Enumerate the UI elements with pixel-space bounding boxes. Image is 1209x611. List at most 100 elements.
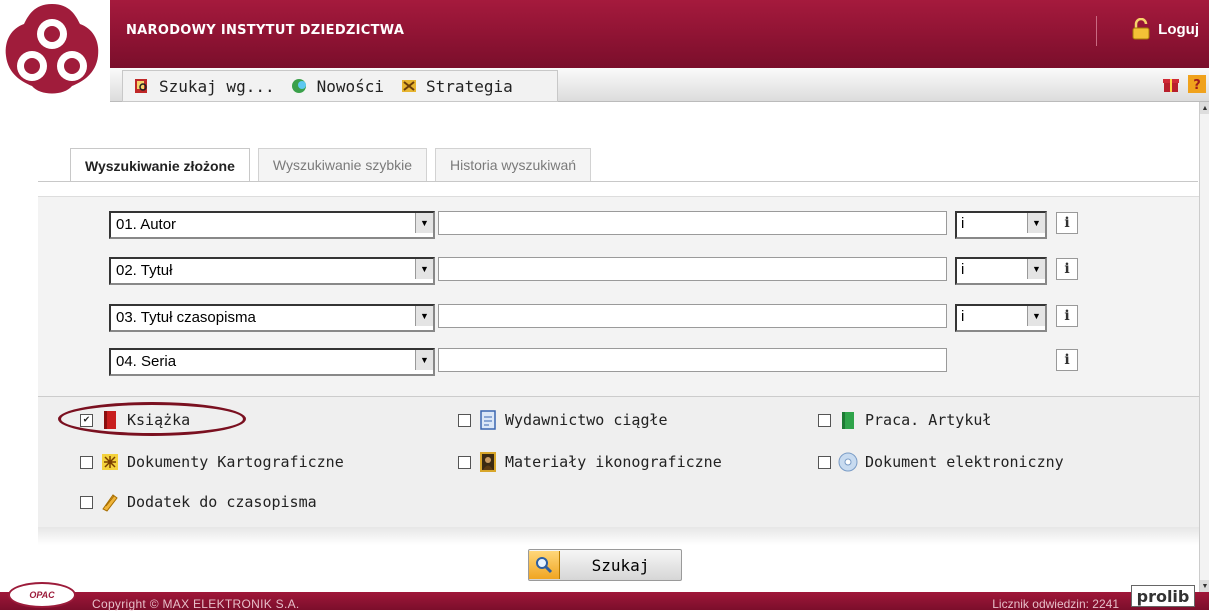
field-select-value: 01. Autor (116, 216, 177, 233)
type-label: Książka (127, 411, 191, 429)
panel-fade (38, 527, 1200, 545)
search-button-label: Szukaj (591, 555, 650, 575)
operator-select[interactable]: i ▼ (955, 211, 1047, 239)
search-form: 01. Autor ▼ i ▼ i 02. Tytuł ▼ i ▼ i 03. … (38, 196, 1200, 397)
header-bar: NARODOWY INSTYTUT DZIEDZICTWA Loguj (110, 0, 1209, 68)
field-select[interactable]: 02. Tytuł ▼ (109, 257, 435, 285)
operator-select[interactable]: i ▼ (955, 257, 1047, 285)
header-divider (1096, 16, 1097, 46)
checkbox[interactable] (818, 413, 831, 427)
prolib-logo[interactable]: prolib (1131, 585, 1195, 607)
painting-icon (480, 452, 496, 472)
chevron-down-icon[interactable]: ▼ (415, 213, 433, 233)
vertical-scrollbar[interactable]: ▲ ▼ (1199, 102, 1209, 592)
type-label: Wydawnictwo ciągłe (505, 411, 668, 429)
operator-value: i (961, 261, 965, 278)
institute-logo-icon (5, 4, 99, 94)
menu-bar: Szukaj wg... Nowości Strategia ? (110, 68, 1209, 102)
search-button[interactable]: Szukaj (528, 549, 682, 581)
scroll-up-icon[interactable]: ▲ (1200, 102, 1209, 114)
tab-divider (38, 181, 1198, 182)
menu-item-news[interactable]: Nowości (281, 77, 390, 96)
news-icon (291, 79, 306, 93)
menu-item-search-by[interactable]: Szukaj wg... (123, 77, 281, 96)
type-cartographic[interactable]: Dokumenty Kartograficzne (80, 451, 344, 473)
chevron-down-icon[interactable]: ▼ (415, 306, 433, 326)
menu-item-strategy[interactable]: Strategia (390, 77, 519, 96)
chevron-down-icon[interactable]: ▼ (415, 350, 433, 370)
info-button[interactable]: i (1056, 349, 1078, 371)
field-select[interactable]: 04. Seria ▼ (109, 348, 435, 376)
checkbox[interactable] (818, 455, 831, 469)
toolbar-right: ? (1161, 74, 1207, 94)
periodical-icon (480, 410, 496, 430)
search-row: 01. Autor ▼ i ▼ i (38, 211, 1200, 239)
article-icon (842, 412, 854, 429)
field-select-value: 02. Tytuł (116, 262, 173, 279)
search-input[interactable] (438, 348, 947, 372)
type-label: Dokumenty Kartograficzne (127, 453, 344, 471)
chevron-down-icon[interactable]: ▼ (1027, 213, 1045, 233)
scroll-down-icon[interactable]: ▼ (1200, 580, 1209, 592)
footer: Copyright © MAX ELEKTRONIK S.A. Licznik … (0, 592, 1209, 611)
logo[interactable] (0, 0, 110, 100)
operator-value: i (961, 215, 965, 232)
search-input[interactable] (438, 304, 947, 328)
type-label: Dodatek do czasopisma (127, 493, 317, 511)
search-input[interactable] (438, 211, 947, 235)
type-iconographic[interactable]: Materiały ikonograficzne (458, 451, 722, 473)
checkbox[interactable]: ✔ (80, 413, 93, 427)
book-icon (104, 411, 116, 429)
search-input[interactable] (438, 257, 947, 281)
opac-logo[interactable]: OPAC (8, 582, 76, 608)
chevron-down-icon[interactable]: ▼ (415, 259, 433, 279)
help-icon[interactable]: ? (1187, 74, 1207, 94)
field-select[interactable]: 01. Autor ▼ (109, 211, 435, 239)
gift-icon[interactable] (1161, 74, 1181, 94)
info-button[interactable]: i (1056, 305, 1078, 327)
tab-advanced-search[interactable]: Wyszukiwanie złożone (70, 148, 250, 182)
type-electronic[interactable]: Dokument elektroniczny (818, 451, 1064, 473)
magnifier-icon (529, 551, 560, 579)
strategy-icon (402, 80, 417, 92)
search-tabs: Wyszukiwanie złożone Wyszukiwanie szybki… (70, 148, 592, 182)
checkbox[interactable] (80, 495, 93, 509)
cd-icon (838, 452, 858, 472)
login-label: Loguj (1158, 20, 1199, 38)
menu-label-news: Nowości (316, 76, 385, 96)
attachment-icon (102, 494, 118, 512)
type-book[interactable]: ✔ Książka (80, 409, 190, 431)
document-type-filters: ✔ Książka Wydawnictwo ciągłe Praca. Arty… (38, 396, 1200, 527)
chevron-down-icon[interactable]: ▼ (1027, 306, 1045, 326)
login-button[interactable]: Loguj (1132, 18, 1199, 40)
field-select-value: 04. Seria (116, 353, 177, 370)
type-label: Materiały ikonograficzne (505, 453, 722, 471)
operator-select[interactable]: i ▼ (955, 304, 1047, 332)
search-row: 03. Tytuł czasopisma ▼ i ▼ i (38, 304, 1200, 332)
field-select-value: 03. Tytuł czasopisma (116, 309, 256, 326)
type-periodical[interactable]: Wydawnictwo ciągłe (458, 409, 668, 431)
tab-quick-search[interactable]: Wyszukiwanie szybkie (257, 148, 428, 181)
chevron-down-icon[interactable]: ▼ (1027, 259, 1045, 279)
type-label: Dokument elektroniczny (865, 453, 1064, 471)
checkbox[interactable] (458, 455, 471, 469)
search-row: 02. Tytuł ▼ i ▼ i (38, 257, 1200, 285)
copyright-text: Copyright © MAX ELEKTRONIK S.A. (92, 597, 300, 611)
type-article[interactable]: Praca. Artykuł (818, 409, 991, 431)
menu-label-strategy: Strategia (426, 76, 513, 96)
info-button[interactable]: i (1056, 212, 1078, 234)
checkbox[interactable] (458, 413, 471, 427)
search-book-icon (135, 79, 147, 93)
type-label: Praca. Artykuł (865, 411, 992, 429)
site-title: NARODOWY INSTYTUT DZIEDZICTWA (126, 23, 405, 38)
svg-text:?: ? (1193, 78, 1201, 93)
info-button[interactable]: i (1056, 258, 1078, 280)
checkbox[interactable] (80, 455, 93, 469)
menu-label-search-by: Szukaj wg... (159, 76, 275, 96)
type-supplement[interactable]: Dodatek do czasopisma (80, 491, 317, 513)
search-row: 04. Seria ▼ i (38, 348, 1200, 376)
padlock-icon (1132, 18, 1150, 40)
tab-search-history[interactable]: Historia wyszukiwań (435, 148, 592, 181)
main-menu: Szukaj wg... Nowości Strategia (122, 70, 558, 102)
field-select[interactable]: 03. Tytuł czasopisma ▼ (109, 304, 435, 332)
